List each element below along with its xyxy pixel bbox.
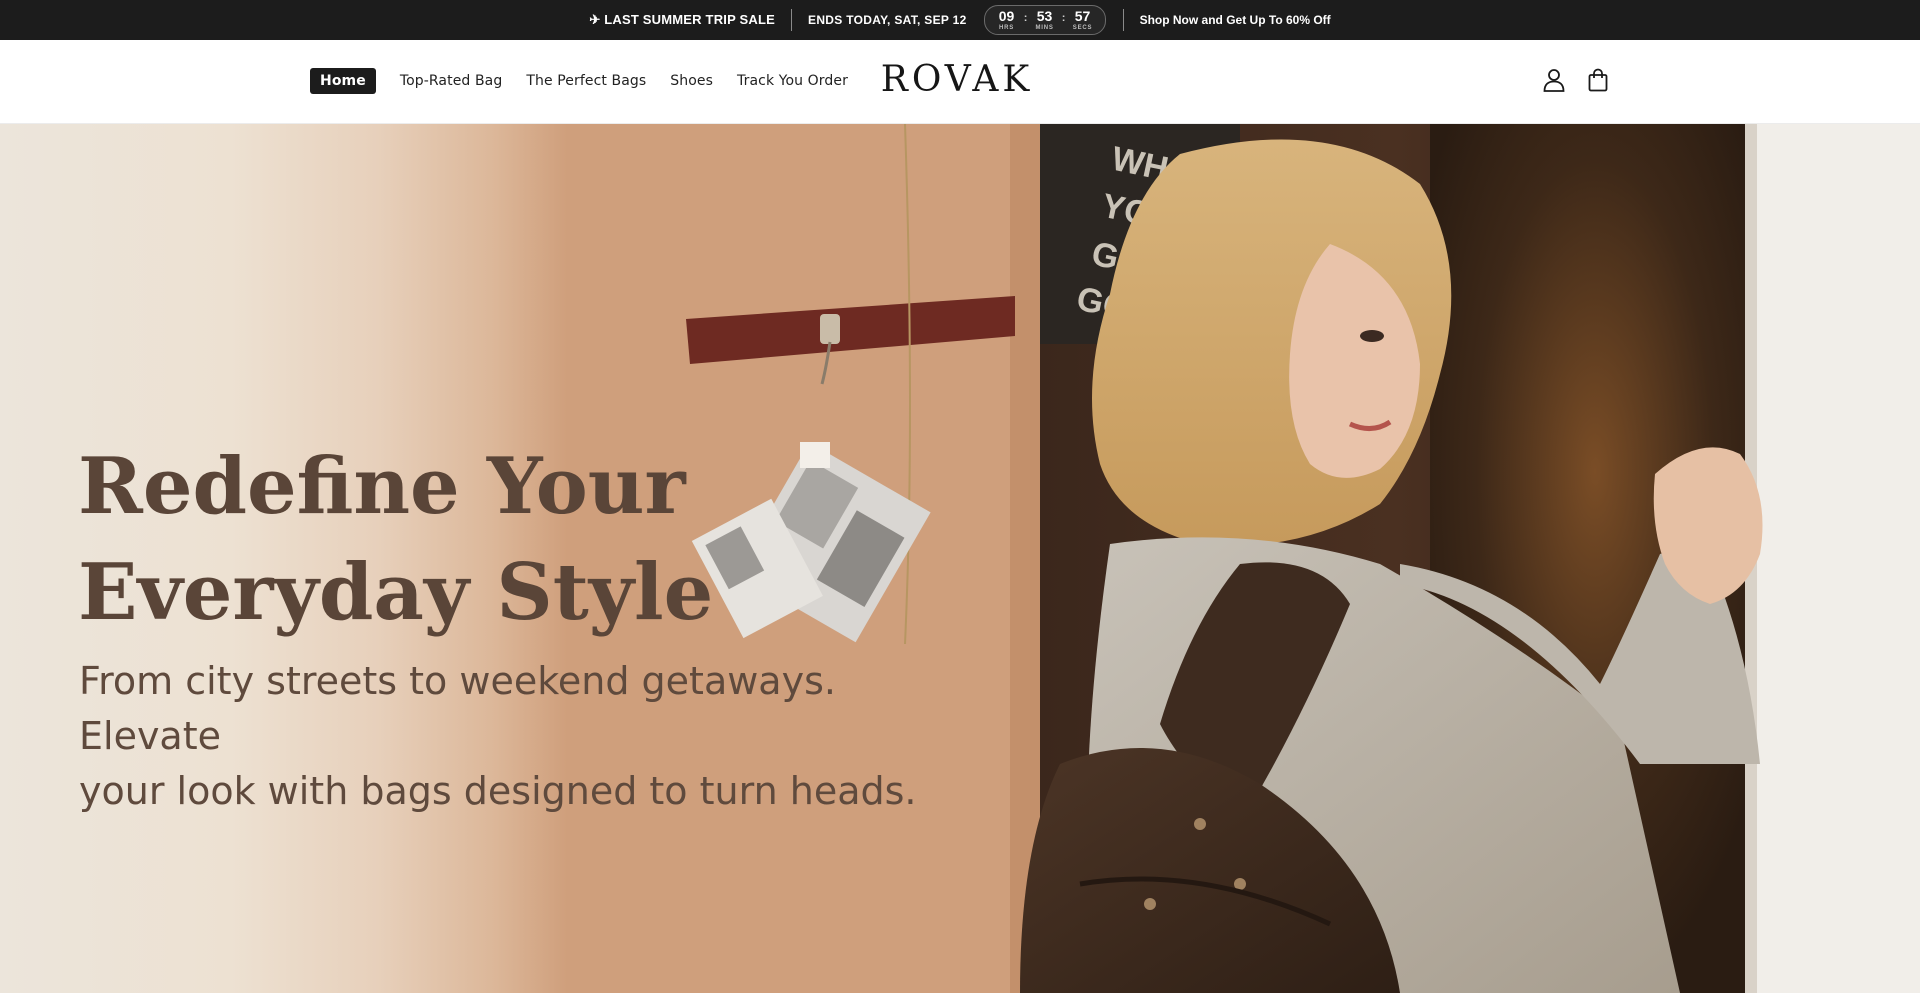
site-logo[interactable]: ROVAK bbox=[874, 58, 1040, 102]
account-icon[interactable] bbox=[1540, 66, 1568, 94]
countdown-timer: 09 HRS : 53 MINS : 57 SECS bbox=[983, 5, 1106, 35]
hero-subtitle-line-2: your look with bags designed to turn hea… bbox=[79, 769, 917, 813]
countdown-minutes: 53 MINS bbox=[1032, 9, 1058, 32]
main-nav: Home Top-Rated Bag The Perfect Bags Shoe… bbox=[310, 68, 872, 94]
countdown-hours: 09 HRS bbox=[994, 9, 1020, 32]
hero-title: Redefine Your Everyday Style bbox=[78, 434, 778, 646]
sale-end-date: ENDS TODAY, SAT, SEP 12 bbox=[808, 13, 967, 27]
nav-item-top-rated-bag[interactable]: Top-Rated Bag bbox=[400, 73, 503, 89]
promo-link[interactable]: Shop Now and Get Up To 60% Off bbox=[1124, 13, 1331, 27]
sale-label: ✈ LAST SUMMER TRIP SALE bbox=[589, 12, 776, 27]
countdown-seconds: 57 SECS bbox=[1070, 9, 1096, 32]
hero-banner[interactable]: WHAT YOU'RE GONN GONN bbox=[0, 124, 1920, 993]
countdown-minutes-value: 53 bbox=[1036, 7, 1053, 24]
hero-subtitle-line-1: From city streets to weekend getaways. E… bbox=[79, 659, 836, 758]
countdown-separator: : bbox=[1023, 12, 1028, 24]
announcement-bar: ✈ LAST SUMMER TRIP SALE ENDS TODAY, SAT,… bbox=[0, 0, 1920, 40]
countdown-minutes-label: MINS bbox=[1035, 24, 1054, 31]
countdown-hours-label: HRS bbox=[999, 24, 1015, 31]
hero-title-line-2: Everyday Style bbox=[78, 547, 714, 638]
countdown-seconds-label: SECS bbox=[1072, 24, 1093, 31]
hero-subtitle: From city streets to weekend getaways. E… bbox=[79, 654, 939, 819]
site-header: Home Top-Rated Bag The Perfect Bags Shoe… bbox=[0, 40, 1920, 124]
nav-item-shoes[interactable]: Shoes bbox=[670, 73, 713, 89]
countdown-seconds-value: 57 bbox=[1074, 7, 1091, 24]
countdown-hours-value: 09 bbox=[998, 7, 1015, 24]
nav-item-the-perfect-bags[interactable]: The Perfect Bags bbox=[526, 73, 646, 89]
cart-icon[interactable] bbox=[1584, 66, 1612, 94]
countdown-separator: : bbox=[1061, 12, 1066, 24]
header-actions bbox=[1540, 66, 1628, 94]
logo-text: ROVAK bbox=[880, 59, 1034, 100]
nav-item-track-order[interactable]: Track You Order bbox=[737, 73, 848, 89]
hero-title-line-1: Redefine Your bbox=[78, 441, 686, 532]
nav-item-home[interactable]: Home bbox=[310, 68, 376, 94]
